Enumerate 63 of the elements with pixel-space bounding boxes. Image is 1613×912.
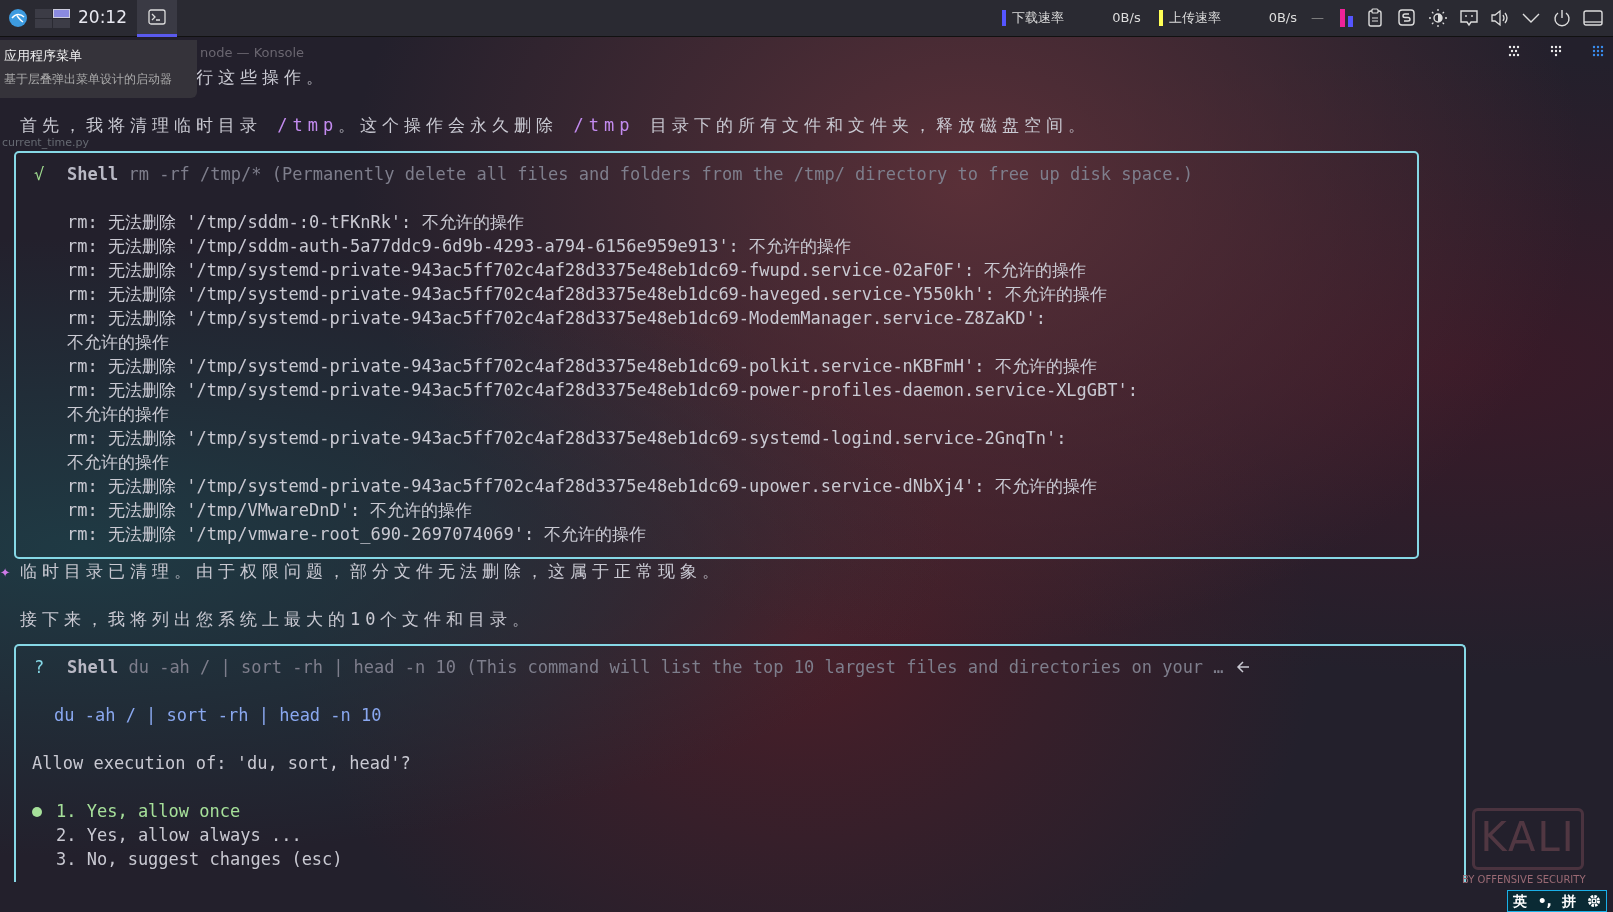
status-mark: √ [34,163,46,186]
volume-icon[interactable] [1490,8,1510,28]
dot-grid-icon[interactable] [1507,44,1521,58]
option-item[interactable]: 2. Yes, allow always ... [56,825,302,845]
terminal-icon [148,8,166,25]
netspeed-value: 0B/s [1268,9,1297,28]
input-mode-toggle[interactable]: 拼 [1562,890,1577,912]
prompt-question: Allow execution of: 'du, sort, head'? [32,753,411,773]
status-mark: ? [34,656,46,679]
message-text: 行这些操作。 [196,67,328,87]
option-item[interactable]: 1. Yes, allow once [56,801,241,821]
output-line: rm: 无法删除 '/tmp/sddm-auth-5a77ddc9-6d9b-4293-a794-6156e959e913': 不允许的操作 [67,236,852,256]
output-line: 不允许的操作 [67,452,169,472]
tool-description: du -ah / | sort -rh | head -n 10 (This command will list the top 10 largest files and directories on your … [128,657,1224,677]
app-launcher-icon[interactable] [8,8,28,28]
window-title: node — Konsole [200,44,305,62]
message-text: 临时目录已清理。由于权限问题，部分文件无法删除，这属于正常现象。 [20,561,724,581]
bar-graph-icon [1338,8,1355,28]
dot-grid-icon[interactable] [1591,44,1605,58]
option-item[interactable]: 3. No, suggest changes (esc) [56,849,343,869]
letter-s-icon[interactable] [1397,8,1417,28]
netspeed-value: 0B/s [1112,9,1141,28]
output-line: rm: 无法删除 '/tmp/systemd-private-943ac5ff702c4af28d3375e48eb1dc69-power-profiles-daemon.service-XLgGBT': [67,380,1139,400]
desktop-thumbnail[interactable] [35,8,52,18]
tool-name: Shell [67,657,119,677]
power-icon[interactable] [1552,8,1572,28]
message-text: 接下来，我将列出您系统上最大的10个文件和目录。 [20,609,535,629]
desktop-thumbnail[interactable] [35,18,52,28]
desktop-thumbnail[interactable] [53,8,70,18]
netspeed-label: 上传速率 [1168,9,1222,28]
output-line: rm: 无法删除 '/tmp/systemd-private-943ac5ff702c4af28d3375e48eb1dc69-ModemManager.service-Z8ZaKD': [67,308,1046,328]
output-line: rm: 无法删除 '/tmp/VMwareDnD': 不允许的操作 [67,500,473,520]
window-icon[interactable] [1583,8,1603,28]
output-line: rm: 无法删除 '/tmp/systemd-private-943ac5ff702c4af28d3375e48eb1dc69-haveged.service-Y550kh': 不允许的操作 [67,284,1107,304]
logo-tagline: BY OFFENSIVE SECURITY [1462,873,1586,887]
tool-name: Shell [67,164,119,184]
output-line: rm: 无法删除 '/tmp/vmware-root_690-2697074069': 不允许的操作 [67,524,647,544]
settings-icon[interactable] [1586,894,1601,908]
separator-text: — [1311,9,1324,28]
output-line: 不允许的操作 [67,332,169,352]
output-line: 不允许的操作 [67,404,169,424]
output-line: rm: 无法删除 '/tmp/sddm-:0-tFKnRk': 不允许的操作 [67,212,524,232]
tooltip-title: 应用程序菜单 [4,47,83,65]
arrow-left-icon[interactable] [1235,660,1250,674]
output-line: rm: 无法删除 '/tmp/systemd-private-943ac5ff702c4af28d3375e48eb1dc69-upower.service-dNbXj4': 不允许的操作 [67,476,1097,496]
tooltip-subtitle: 基于层叠弹出菜单设计的启动器 [4,70,173,88]
tool-description: rm -rf /tmp/* (Permanently delete all files and folders from the /tmp/ directory to free up disk space.) [128,164,1193,184]
desktop-icon-label: current_time.py [2,135,90,151]
output-line: rm: 无法删除 '/tmp/systemd-private-943ac5ff702c4af28d3375e48eb1dc69-fwupd.service-02aF0F': 不允许的操作 [67,260,1087,280]
message-text: 首先，我将清理临时目录 /tmp。这个操作会永久删除 /tmp 目录下的所有文件和文件夹，释放磁盘空间。 [20,115,1090,135]
desktop-thumbnail[interactable] [53,18,70,28]
punctuation-toggle[interactable]: •, [1537,890,1552,912]
command-text: du -ah / | sort -rh | head -n 10 [54,705,382,725]
brightness-icon[interactable] [1428,8,1448,28]
sparkle-marker: ✦ [0,560,11,583]
output-line: rm: 无法删除 '/tmp/systemd-private-943ac5ff702c4af28d3375e48eb1dc69-polkit.service-nKBFmH': 不允许的操作 [67,356,1097,376]
chat-icon[interactable] [1459,8,1479,28]
output-line: rm: 无法删除 '/tmp/systemd-private-943ac5ff702c4af28d3375e48eb1dc69-systemd-logind.service-2GnqTn': [67,428,1067,448]
netspeed-label: 下载速率 [1012,9,1066,28]
clock: 20:12 [78,6,127,30]
language-toggle[interactable]: 英 [1513,890,1528,912]
dot-grid-icon[interactable] [1549,44,1563,58]
task-button[interactable] [137,0,177,37]
